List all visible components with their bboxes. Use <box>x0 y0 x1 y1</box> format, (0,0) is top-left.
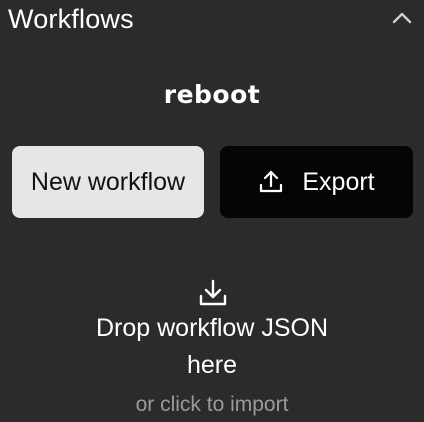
dropzone-title-line1: Drop workflow JSON <box>96 314 328 342</box>
dropzone-title: Drop workflow JSON here <box>0 310 424 384</box>
new-workflow-button[interactable]: New workflow <box>12 146 204 218</box>
export-label: Export <box>302 167 375 196</box>
panel-header: Workflows <box>0 0 424 40</box>
upload-icon <box>258 169 284 195</box>
export-button[interactable]: Export <box>220 146 413 218</box>
new-workflow-label: New workflow <box>30 167 186 196</box>
collapse-toggle-button[interactable] <box>388 6 416 30</box>
download-icon <box>199 279 227 306</box>
brand-logo: reboot <box>163 80 261 109</box>
dropzone-hint: or click to import <box>135 393 289 416</box>
dropzone-title-line2: here <box>186 351 238 379</box>
chevron-up-icon <box>392 12 412 24</box>
panel-title: Workflows <box>8 4 134 34</box>
import-dropzone[interactable]: Drop workflow JSON here or click to impo… <box>0 270 424 422</box>
